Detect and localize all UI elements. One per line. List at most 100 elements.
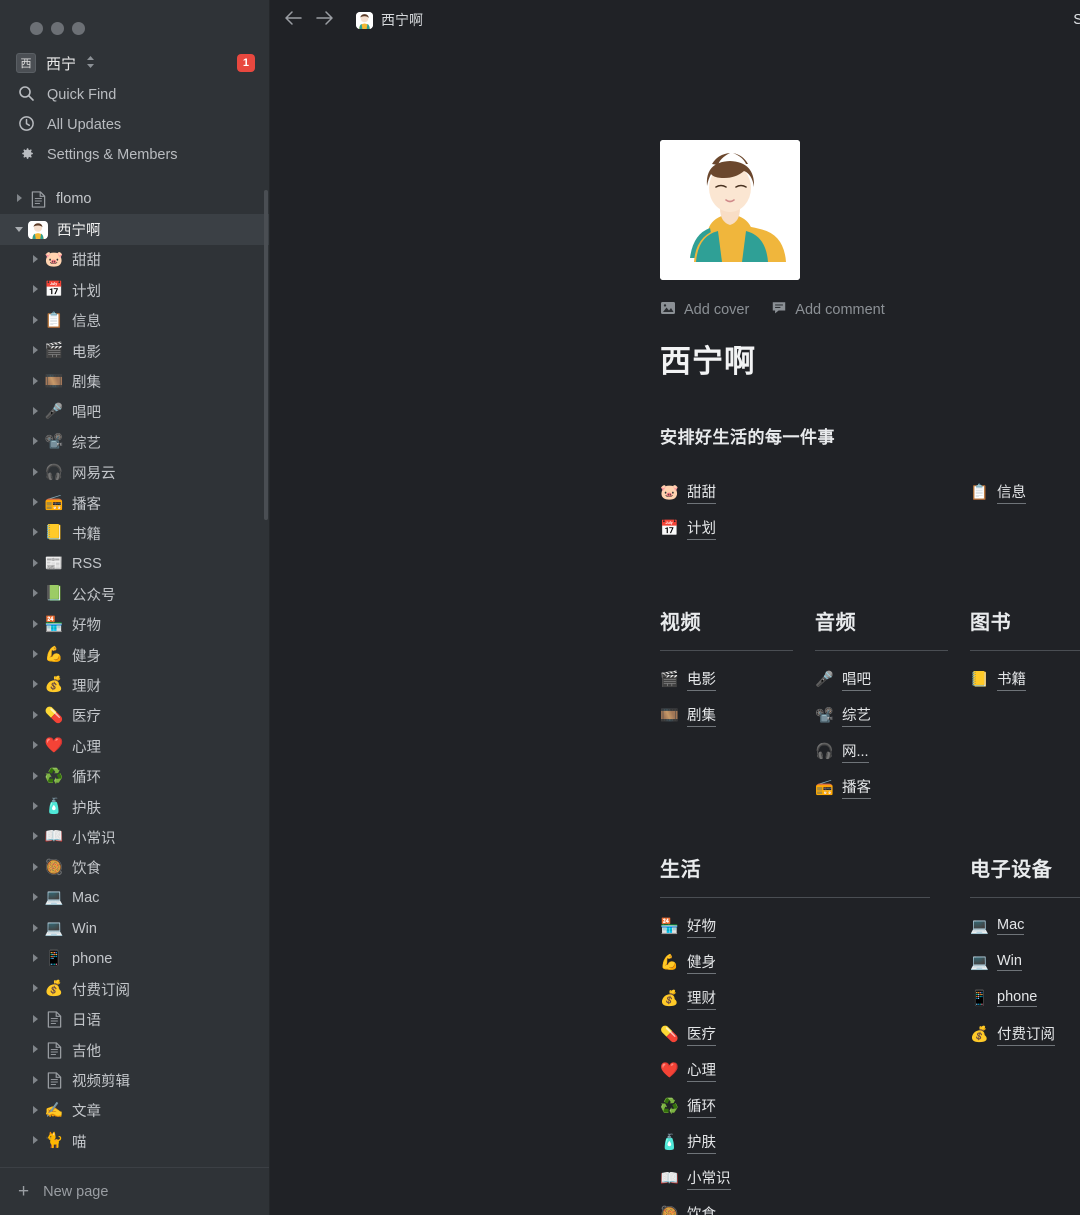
chevron-right-icon[interactable] [30, 923, 44, 935]
add-cover-button[interactable]: Add cover [660, 300, 749, 320]
sidebar-tree-item[interactable]: 📽️ 综艺 [0, 427, 269, 457]
page-link[interactable]: 📒 书籍 [970, 661, 1026, 697]
chevron-right-icon[interactable] [30, 497, 44, 509]
sidebar-tree-item[interactable]: 💻 Mac [0, 883, 269, 913]
sidebar-tree-item[interactable]: 🐈 喵 [0, 1126, 269, 1156]
sidebar-tree-item[interactable]: 日语 [0, 1005, 269, 1035]
chevron-right-icon[interactable] [30, 1135, 44, 1147]
forward-arrow-icon[interactable] [316, 10, 334, 31]
chevron-right-icon[interactable] [30, 679, 44, 691]
chevron-right-icon[interactable] [30, 801, 44, 813]
sidebar-tree-item[interactable]: ✍️ 文章 [0, 1096, 269, 1126]
chevron-right-icon[interactable] [30, 862, 44, 874]
page-title[interactable]: 西宁啊 [660, 336, 1080, 381]
sidebar-item-quick-find[interactable]: Quick Find [0, 80, 269, 110]
new-page-button[interactable]: + New page [0, 1167, 269, 1215]
chevron-down-icon[interactable] [14, 224, 28, 236]
page-link[interactable]: 💰 付费订阅 [970, 1016, 1055, 1052]
notification-badge[interactable]: 1 [236, 54, 255, 72]
chevron-right-icon[interactable] [30, 527, 44, 539]
chevron-right-icon[interactable] [30, 467, 44, 479]
sidebar-tree-item[interactable]: 西宁啊 [0, 214, 269, 245]
chevron-right-icon[interactable] [30, 1105, 44, 1117]
chevron-right-icon[interactable] [30, 1014, 44, 1026]
add-comment-button[interactable]: Add comment [771, 300, 885, 320]
sidebar-tree-item[interactable]: 💰 理财 [0, 670, 269, 700]
chevron-right-icon[interactable] [30, 649, 44, 661]
sidebar-tree-item[interactable]: 💊 医疗 [0, 701, 269, 731]
sidebar-scrollbar[interactable] [264, 190, 268, 520]
sidebar-tree-item[interactable]: 📻 播客 [0, 488, 269, 518]
page-link[interactable]: 💰 理财 [660, 980, 716, 1016]
chevron-right-icon[interactable] [30, 953, 44, 965]
page-link[interactable]: 🎧 网... [815, 733, 869, 769]
sidebar-tree-item[interactable]: 📗 公众号 [0, 579, 269, 609]
page-link[interactable]: ♻️ 循环 [660, 1088, 716, 1124]
chevron-right-icon[interactable] [30, 983, 44, 995]
share-button[interactable]: Share [1073, 12, 1080, 28]
page-link[interactable]: 📽️ 综艺 [815, 697, 871, 733]
sidebar-tree-item[interactable]: ❤️ 心理 [0, 731, 269, 761]
sidebar-tree-item[interactable]: 📒 书籍 [0, 518, 269, 548]
page-link[interactable]: 🎞️ 剧集 [660, 697, 716, 733]
page-link[interactable]: 📖 小常识 [660, 1160, 731, 1196]
sidebar-tree-item[interactable]: 💻 Win [0, 913, 269, 943]
workspace-switcher[interactable]: 西 西宁 1 [0, 46, 269, 80]
sidebar-tree-item[interactable]: 📅 计划 [0, 275, 269, 305]
sidebar-tree-item[interactable]: 📋 信息 [0, 306, 269, 336]
sidebar-tree-item[interactable]: 💪 健身 [0, 640, 269, 670]
breadcrumb[interactable]: 西宁啊 [356, 10, 423, 30]
chevron-right-icon[interactable] [30, 315, 44, 327]
page-link[interactable]: 🥘 饮食 [660, 1196, 716, 1215]
page-link[interactable]: 🎤 唱吧 [815, 661, 871, 697]
sidebar-tree-item[interactable]: 🎧 网易云 [0, 458, 269, 488]
sidebar-tree-item[interactable]: 📱 phone [0, 944, 269, 974]
sidebar-tree-item[interactable]: 吉他 [0, 1035, 269, 1065]
chevron-right-icon[interactable] [30, 710, 44, 722]
maximize-button[interactable] [72, 21, 85, 35]
chevron-right-icon[interactable] [14, 193, 28, 205]
sidebar-tree-item[interactable]: 🥘 饮食 [0, 853, 269, 883]
sidebar-tree-item[interactable]: 🐷 甜甜 [0, 245, 269, 275]
sidebar-tree-item[interactable]: flomo [0, 184, 269, 214]
sidebar-tree-item[interactable]: 📰 RSS [0, 549, 269, 579]
chevron-right-icon[interactable] [30, 284, 44, 296]
chevron-right-icon[interactable] [30, 558, 44, 570]
chevron-right-icon[interactable] [30, 1044, 44, 1056]
page-link[interactable]: 💻 Mac [970, 908, 1025, 944]
page-link[interactable]: 🧴 护肤 [660, 1124, 716, 1160]
page-link[interactable]: 📅 计划 [660, 510, 716, 546]
sidebar-tree-item[interactable]: 🏪 好物 [0, 609, 269, 639]
sidebar-item-all-updates[interactable]: All Updates [0, 110, 269, 140]
sidebar-item-settings-members[interactable]: Settings & Members [0, 140, 269, 170]
chevron-right-icon[interactable] [30, 376, 44, 388]
page-icon-avatar[interactable] [660, 140, 800, 280]
chevron-right-icon[interactable] [30, 771, 44, 783]
page-link[interactable]: 🎬 电影 [660, 661, 716, 697]
chevron-right-icon[interactable] [30, 619, 44, 631]
chevron-right-icon[interactable] [30, 406, 44, 418]
sidebar-tree-item[interactable]: 🎤 唱吧 [0, 397, 269, 427]
chevron-right-icon[interactable] [30, 740, 44, 752]
close-button[interactable] [30, 21, 43, 35]
sidebar-tree-item[interactable]: 💰 付费订阅 [0, 974, 269, 1004]
chevron-right-icon[interactable] [30, 345, 44, 357]
back-arrow-icon[interactable] [284, 10, 302, 31]
page-link[interactable]: 💪 健身 [660, 944, 716, 980]
page-link[interactable]: 💻 Win [970, 944, 1022, 980]
page-link[interactable]: 🐷 甜甜 [660, 474, 716, 510]
sidebar-tree-item[interactable]: 📖 小常识 [0, 822, 269, 852]
page-link[interactable]: 🏪 好物 [660, 908, 716, 944]
page-link[interactable]: 📱 phone [970, 980, 1038, 1016]
sidebar-tree-item[interactable]: ♻️ 循环 [0, 761, 269, 791]
chevron-right-icon[interactable] [30, 254, 44, 266]
chevron-right-icon[interactable] [30, 1075, 44, 1087]
chevron-right-icon[interactable] [30, 831, 44, 843]
sidebar-tree-item[interactable]: 🎞️ 剧集 [0, 366, 269, 396]
page-link[interactable]: 💊 医疗 [660, 1016, 716, 1052]
minimize-button[interactable] [51, 21, 64, 35]
page-link[interactable]: ❤️ 心理 [660, 1052, 716, 1088]
sidebar-tree-item[interactable]: 🧴 护肤 [0, 792, 269, 822]
chevron-right-icon[interactable] [30, 892, 44, 904]
chevron-right-icon[interactable] [30, 436, 44, 448]
